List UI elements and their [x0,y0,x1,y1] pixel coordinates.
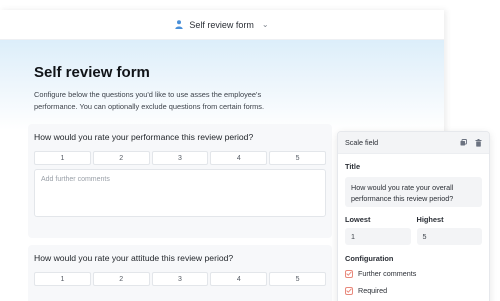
check-icon[interactable] [345,269,353,278]
scale-option[interactable]: 3 [151,151,209,165]
option-label: Further comments [358,269,417,278]
title-input[interactable]: How would you rate your overall performa… [345,177,482,207]
person-icon [175,20,184,29]
question-title: How would you rate your performance this… [34,132,254,142]
question-title: How would you rate your attitude this re… [34,253,234,263]
scale-option[interactable]: 1 [34,151,91,165]
duplicate-icon[interactable] [460,138,467,147]
question-card[interactable]: How would you rate your attitude this re… [28,245,332,301]
panel-title: Scale field [345,138,379,147]
question-card[interactable]: How would you rate your performance this… [28,124,332,238]
highest-label: Highest [416,215,444,224]
scale-option[interactable]: 2 [92,151,150,165]
lowest-label: Lowest [345,215,371,224]
trash-icon[interactable] [475,138,482,147]
scale-option[interactable]: 4 [210,151,268,165]
comments-field[interactable]: Add further comments [34,169,326,217]
highest-input[interactable]: 5 [416,228,482,245]
page-description: Configure below the questions you'd like… [34,90,265,111]
rating-scale: 1 2 3 4 5 [34,272,326,286]
rating-scale: 1 2 3 4 5 [34,151,326,165]
panel-header: Scale field [338,132,489,154]
scale-option[interactable]: 5 [269,151,326,165]
scale-option[interactable]: 5 [269,272,326,286]
scale-option[interactable]: 1 [34,272,91,286]
scale-option[interactable]: 2 [92,272,150,286]
configuration-label: Configuration [345,254,394,263]
scale-field-panel: Scale field Title How would you rate you… [337,131,490,301]
scale-option[interactable]: 3 [151,272,209,286]
option-required[interactable]: Required [345,286,482,295]
chevron-down-icon[interactable]: ⌄ [262,20,269,29]
title-label: Title [345,162,361,171]
page-title: Self review form [34,64,150,81]
check-icon[interactable] [345,286,353,295]
lowest-input[interactable]: 1 [345,228,411,245]
option-further-comments[interactable]: Further comments [345,269,482,278]
form-selector-label: Self review form [189,19,254,30]
header-gradient [0,40,444,130]
form-selector[interactable]: Self review form ⌄ [0,10,444,40]
option-label: Required [358,286,388,295]
scale-option[interactable]: 4 [210,272,268,286]
